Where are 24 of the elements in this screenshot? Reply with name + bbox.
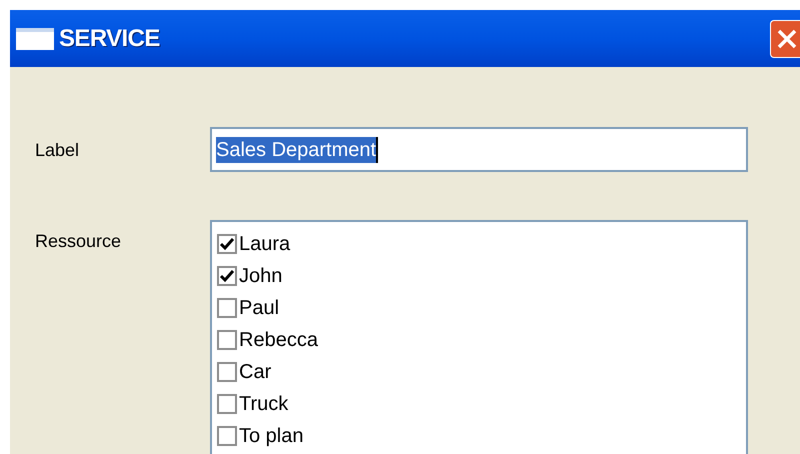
label-input-field[interactable]: Sales Department <box>210 127 748 172</box>
checkbox[interactable] <box>217 234 237 254</box>
resource-checkbox-item[interactable]: Paul <box>217 292 746 324</box>
resource-checkbox-item[interactable]: Rebecca <box>217 324 746 356</box>
resource-checkbox-item[interactable]: Laura <box>217 228 746 260</box>
checkbox[interactable] <box>217 426 237 446</box>
resource-checkbox-item[interactable]: Truck <box>217 388 746 420</box>
check-icon <box>220 269 234 283</box>
checkbox[interactable] <box>217 266 237 286</box>
field-label: Label <box>34 139 80 162</box>
close-button[interactable] <box>770 20 800 58</box>
field-label: Ressource <box>34 230 122 253</box>
close-icon <box>776 28 798 50</box>
checkbox[interactable] <box>217 394 237 414</box>
checkbox[interactable] <box>217 362 237 382</box>
checkbox[interactable] <box>217 330 237 350</box>
field-value: Sales Department <box>216 137 378 163</box>
window-icon <box>16 28 54 50</box>
resource-checkbox-item[interactable]: Car <box>217 356 746 388</box>
resource-checkbox-item[interactable]: John <box>217 260 746 292</box>
resource-checkbox-item[interactable]: To plan <box>217 420 746 452</box>
window-title: SERVICE <box>59 24 160 54</box>
check-icon <box>220 237 234 251</box>
checkbox[interactable] <box>217 298 237 318</box>
